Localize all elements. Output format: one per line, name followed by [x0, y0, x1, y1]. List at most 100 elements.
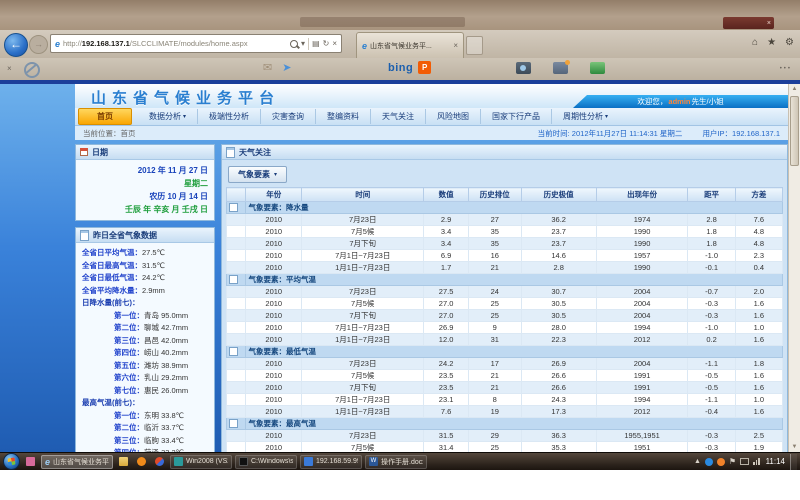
forward-arrow-icon: →	[34, 39, 43, 49]
back-button[interactable]: ←	[4, 33, 28, 57]
table-cell: 7月23日	[302, 286, 424, 298]
favorites-star-icon[interactable]: ★	[767, 37, 776, 48]
content-area: 日期 2012 年 11 月 27 日星期二农历 10 月 14 日壬辰 年 辛…	[75, 142, 788, 452]
browser-tab[interactable]: e 山东省气候业务平... ×	[356, 32, 464, 58]
table-cell: 1.8	[688, 226, 735, 238]
welcome-suffix: 先生/小姐	[692, 96, 724, 107]
nav-item-6[interactable]: 天气关注	[371, 109, 426, 124]
show-desktop-button[interactable]	[790, 454, 797, 470]
table-cell: 2.0	[735, 286, 782, 298]
table-cell: 1.0	[735, 322, 782, 334]
nav-item-5[interactable]: 整编资料	[316, 109, 371, 124]
expand-checkbox[interactable]	[229, 347, 238, 356]
clock[interactable]: 11:14	[766, 457, 785, 466]
new-tab-button[interactable]	[466, 36, 483, 55]
calendar-body: 2012 年 11 月 27 日星期二农历 10 月 14 日壬辰 年 辛亥 月…	[76, 160, 214, 220]
expand-checkbox[interactable]	[229, 275, 238, 284]
rank-position: 第六位：	[82, 372, 144, 385]
stop-icon[interactable]: ×	[332, 39, 337, 48]
taskbar-window-button[interactable]: 192.168.59.99...	[300, 455, 362, 469]
rank-station-value: 青岛 95.0mm	[144, 310, 188, 323]
column-header[interactable]: 历史极值	[521, 188, 596, 202]
table-cell: 1月1日~7月23日	[302, 262, 424, 274]
toolbar-overflow-icon[interactable]: •••	[780, 66, 792, 72]
taskbar-window-button[interactable]: Win2008 (VS2...	[170, 455, 232, 469]
element-filter-button[interactable]: 气象要素 ▾	[228, 166, 287, 183]
toolbar-close-icon[interactable]: ×	[7, 64, 12, 73]
column-header[interactable]: 方差	[735, 188, 782, 202]
tab-close-icon[interactable]: ×	[453, 41, 458, 50]
column-header[interactable]: 年份	[246, 188, 302, 202]
table-cell: 2010	[246, 430, 302, 442]
rank-section-title: 日降水量(前七)：	[82, 297, 208, 310]
expand-checkbox[interactable]	[229, 419, 238, 428]
pinned-app-icon[interactable]	[23, 455, 38, 469]
yesterday-panel-title: 昨日全省气象数据	[93, 230, 157, 241]
table-row: 20107月下旬27.02530.52004-0.31.6	[227, 310, 783, 322]
compatibility-view-icon[interactable]: ▤	[312, 39, 320, 48]
bing-logo[interactable]: bing	[388, 62, 413, 74]
mail-icon[interactable]: ✉	[263, 61, 272, 74]
table-cell: 6.9	[424, 250, 468, 262]
column-header[interactable]: 距平	[688, 188, 735, 202]
table-cell: 1.6	[735, 334, 782, 346]
taskbar-app-button-circle[interactable]	[152, 455, 167, 469]
column-header[interactable]: 数值	[424, 188, 468, 202]
page-scrollbar[interactable]: ▲ ▼	[788, 84, 800, 452]
nav-item-9[interactable]: 周期性分析▾	[552, 109, 619, 124]
rank-position: 第三位：	[82, 335, 144, 348]
action-center-flag-icon[interactable]: ⚑	[729, 457, 736, 466]
taskbar-window-button[interactable]: W操作手册.docx ...	[365, 455, 427, 469]
camera-icon[interactable]	[516, 62, 531, 74]
blocked-icon[interactable]	[24, 62, 40, 78]
nav-item-8[interactable]: 国家下行产品	[481, 109, 552, 124]
display-icon[interactable]	[740, 458, 749, 465]
window-label: 操作手册.docx ...	[381, 457, 423, 467]
nav-item-7[interactable]: 风险地图	[426, 109, 481, 124]
column-header[interactable]: 出现年份	[596, 188, 688, 202]
scroll-down-icon[interactable]: ▼	[789, 442, 800, 452]
taskbar-window-ie[interactable]: e 山东省气候业务平...	[41, 455, 113, 469]
network-icon[interactable]	[753, 458, 760, 465]
back-arrow-icon: ←	[10, 37, 22, 51]
background-window-close-button[interactable]: ×	[723, 17, 774, 29]
bing-rewards-icon[interactable]: P	[418, 61, 431, 74]
expand-checkbox[interactable]	[229, 203, 238, 212]
messenger-icon[interactable]	[705, 458, 713, 466]
apps-icon[interactable]	[590, 62, 605, 74]
search-icon[interactable]	[290, 40, 298, 48]
start-button[interactable]	[3, 453, 20, 470]
fox-icon[interactable]	[717, 458, 725, 466]
settings-gear-icon[interactable]: ⚙	[785, 37, 794, 48]
chevron-down-icon[interactable]: ▾	[301, 39, 305, 48]
calendar-icon	[80, 148, 88, 156]
taskbar-window-button[interactable]: C:\Windows\s...	[235, 455, 297, 469]
table-cell: 3.4	[424, 238, 468, 250]
nav-item-4[interactable]: 灾害查询	[261, 109, 316, 124]
refresh-icon[interactable]: ↻	[323, 39, 330, 48]
highlight-icon[interactable]	[553, 62, 568, 74]
home-icon[interactable]: ⌂	[752, 37, 758, 48]
scrollbar-thumb[interactable]	[790, 96, 799, 166]
address-bar[interactable]: e http://192.168.137.1/SLCCLIMATE/module…	[50, 34, 342, 53]
taskbar-explorer-button[interactable]	[116, 455, 131, 469]
nav-item-3[interactable]: 极端性分析	[198, 109, 261, 124]
table-cell: 23.5	[424, 382, 468, 394]
table-cell: 23.1	[424, 394, 468, 406]
tray-expand-icon[interactable]: ▲	[694, 458, 701, 465]
table-cell: 2010	[246, 382, 302, 394]
table-cell: 1955,1951	[596, 430, 688, 442]
nav-item-2[interactable]: 数据分析▾	[138, 109, 198, 124]
table-row: 20107月1日~7月23日23.1824.31994-1.11.0	[227, 394, 783, 406]
panel-icon	[226, 147, 235, 158]
send-icon[interactable]: ➤	[282, 61, 291, 74]
nav-item-1[interactable]: 首页	[78, 108, 132, 125]
url-text[interactable]: http://192.168.137.1/SLCCLIMATE/modules/…	[63, 39, 287, 48]
scroll-up-icon[interactable]: ▲	[789, 84, 800, 94]
forward-button[interactable]: →	[29, 35, 48, 54]
column-header[interactable]: 时间	[302, 188, 424, 202]
column-header[interactable]: 历史排位	[468, 188, 521, 202]
weather-table: 年份时间数值历史排位历史极值出现年份距平方差 气象要素：降水量20107月23日…	[226, 187, 783, 452]
rank-line: 第七位：惠民 26.0mm	[82, 385, 208, 398]
taskbar-app-button-orange[interactable]	[134, 455, 149, 469]
